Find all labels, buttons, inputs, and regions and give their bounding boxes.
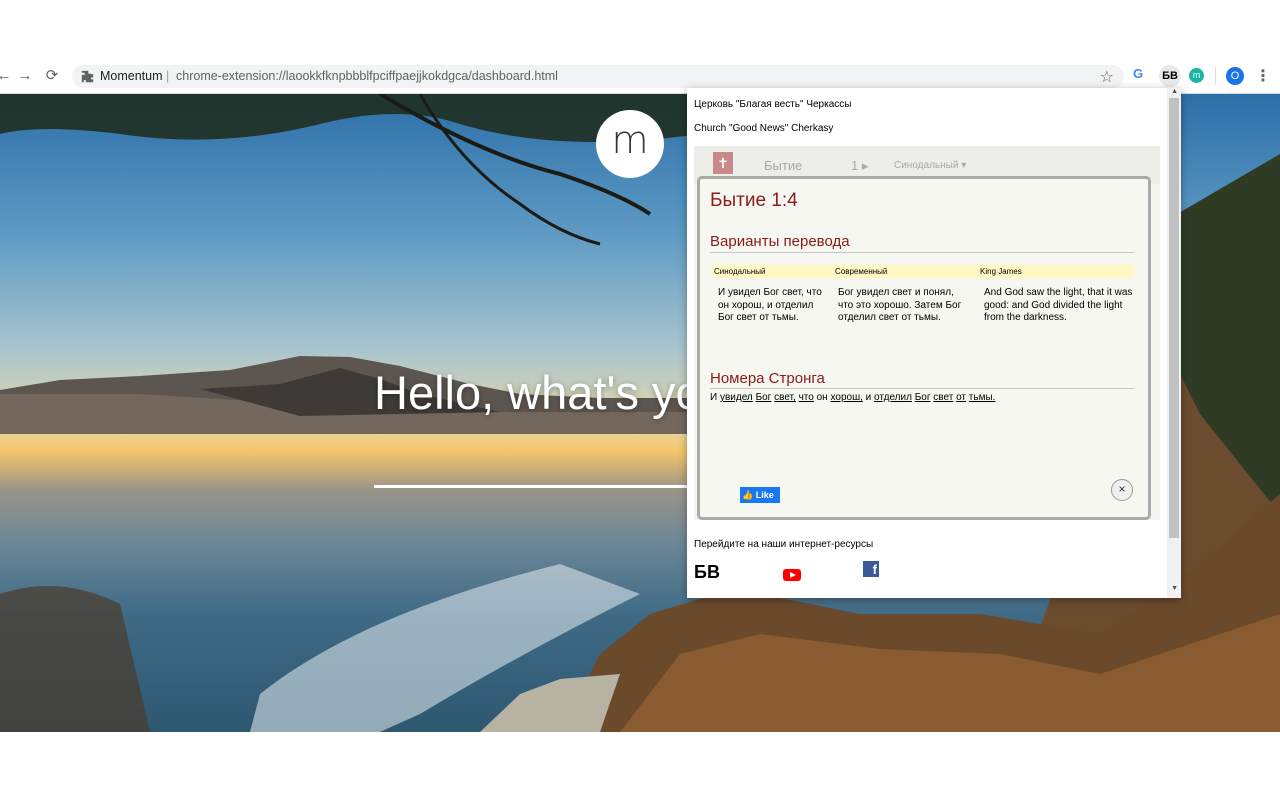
translation-text-kjv: And God saw the light, that it was good:… bbox=[984, 287, 1133, 323]
variants-rule bbox=[710, 252, 1134, 253]
strong-numbers-line: И увидел Бог свет, что он хорош, и отдел… bbox=[710, 392, 995, 403]
book-select[interactable]: Бытие bbox=[764, 158, 802, 173]
greeting-input-underline[interactable] bbox=[374, 485, 694, 488]
close-verse-button[interactable]: × bbox=[1111, 479, 1133, 501]
youtube-icon[interactable] bbox=[783, 569, 801, 581]
strong-word: И bbox=[710, 392, 718, 403]
strong-word-link[interactable]: Бог bbox=[915, 392, 931, 403]
variants-heading: Варианты перевода bbox=[710, 233, 850, 250]
facebook-icon[interactable]: f bbox=[863, 561, 879, 577]
verse-title: Бытие 1:4 bbox=[710, 190, 798, 211]
strong-word-link[interactable]: Бог bbox=[756, 392, 772, 403]
forward-icon[interactable]: → bbox=[17, 68, 33, 84]
toolbar-divider bbox=[1215, 67, 1216, 85]
facebook-like-button[interactable]: 👍 Like bbox=[740, 487, 780, 503]
resources-label: Перейдите на наши интернет-ресурсы bbox=[694, 539, 874, 550]
translation-select[interactable]: Синодальный ▾ bbox=[894, 160, 966, 171]
greeting-text: Hello, what's yo bbox=[374, 366, 702, 419]
puzzle-icon bbox=[81, 70, 94, 83]
verse-card: Бытие 1:4 Варианты перевода Синодальный … bbox=[697, 176, 1151, 520]
strong-word-link[interactable]: тьмы. bbox=[969, 392, 996, 403]
bottom-blank-area bbox=[0, 732, 1280, 800]
translation-name-kjv: King James bbox=[980, 267, 1022, 276]
popup-scrollbar[interactable]: ▲ ▼ bbox=[1167, 88, 1181, 598]
extension-name: Momentum bbox=[100, 69, 163, 83]
translate-extension-icon[interactable]: G bbox=[1133, 66, 1151, 84]
profile-avatar[interactable]: O bbox=[1226, 67, 1244, 85]
back-icon[interactable]: ← bbox=[0, 68, 12, 84]
scrollbar-thumb[interactable] bbox=[1169, 98, 1179, 538]
translation-name-modern: Современный bbox=[835, 267, 888, 276]
top-blank-area bbox=[0, 0, 1280, 60]
omnibox-separator: | bbox=[166, 69, 170, 83]
bv-extension-icon[interactable]: БВ bbox=[1159, 65, 1181, 87]
menu-kebab-icon[interactable]: ⋮ bbox=[1255, 66, 1271, 86]
strong-word-link[interactable]: от bbox=[956, 392, 966, 403]
reload-icon[interactable]: ⟳ bbox=[44, 68, 60, 84]
bv-site-link-icon[interactable]: БВ bbox=[694, 562, 720, 583]
momentum-logo: m bbox=[596, 110, 664, 178]
strong-word-link[interactable]: свет, bbox=[774, 392, 796, 403]
strong-word: и bbox=[865, 392, 872, 403]
url-text[interactable]: chrome-extension://laookkfknpbbblfpciffp… bbox=[176, 69, 558, 83]
church-name-ru: Церковь "Благая весть" Черкассы bbox=[694, 99, 852, 110]
bookmark-star-icon[interactable]: ☆ bbox=[1100, 67, 1114, 87]
strong-rule bbox=[710, 388, 1134, 389]
scroll-down-icon[interactable]: ▼ bbox=[1171, 585, 1178, 592]
like-label: Like bbox=[755, 490, 774, 500]
chapter-select[interactable]: 1 ▸ bbox=[851, 158, 868, 174]
church-name-en: Church "Good News" Cherkasy bbox=[694, 123, 834, 134]
scroll-up-icon[interactable]: ▲ bbox=[1171, 88, 1178, 95]
strong-word-link[interactable]: отделил bbox=[874, 392, 912, 403]
cross-icon[interactable]: ✝ bbox=[713, 152, 733, 174]
strong-word-link[interactable]: хорош, bbox=[831, 392, 863, 403]
translations-header-bar bbox=[712, 265, 1134, 278]
translation-text-synodal: И увидел Бог свет, что он хорош, и отдел… bbox=[718, 287, 822, 323]
strong-word: он bbox=[816, 392, 828, 403]
strong-word-link[interactable]: свет bbox=[933, 392, 953, 403]
address-bar[interactable]: Momentum | chrome-extension://laookkfknp… bbox=[72, 65, 1124, 88]
strong-word-link[interactable]: увидел bbox=[720, 392, 753, 403]
strong-heading: Номера Стронга bbox=[710, 370, 825, 387]
strong-word-link[interactable]: что bbox=[799, 392, 814, 403]
translation-name-synodal: Синодальный bbox=[714, 267, 766, 276]
translation-text-modern: Бог увидел свет и понял, что это хорошо.… bbox=[838, 287, 962, 323]
momentum-extension-icon[interactable]: m bbox=[1189, 68, 1204, 83]
